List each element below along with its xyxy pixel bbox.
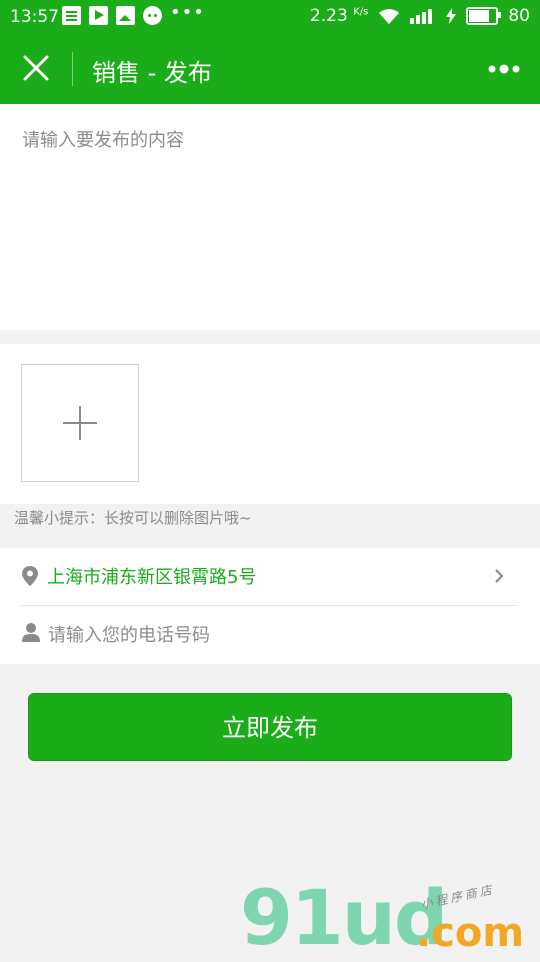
video-notification-icon [89, 6, 108, 25]
network-speed-value: 2.23 [309, 6, 348, 26]
status-bar: 13:57 ••• 2.23 K/s 80 [0, 0, 540, 34]
status-right: 2.23 K/s 80 [310, 6, 530, 26]
content-input[interactable] [20, 124, 524, 318]
nav-bar: 销售 - 发布 [0, 34, 540, 104]
document-notification-icon [62, 6, 81, 25]
location-pin-icon [22, 566, 38, 586]
plus-icon-vertical [79, 406, 81, 440]
close-icon [23, 55, 49, 81]
wechat-notification-icon [143, 6, 162, 25]
image-notification-icon [116, 6, 135, 25]
more-icon [488, 64, 520, 74]
user-icon [22, 623, 40, 642]
delete-image-tip: 温馨小提示：长按可以删除图片哦~ [14, 509, 252, 527]
image-upload-section [0, 344, 540, 504]
phone-input[interactable] [46, 618, 490, 652]
phone-row [0, 606, 540, 663]
close-button[interactable] [16, 51, 56, 87]
more-notifications-icon: ••• [170, 2, 205, 23]
notification-icons: ••• [62, 2, 205, 25]
signal-icon [410, 8, 436, 24]
nav-divider [72, 52, 73, 86]
battery-percent: 80 [508, 6, 530, 26]
watermark-logo: 91ud 小程序商店 .com [240, 880, 530, 957]
page-title: 销售 - 发布 [92, 59, 212, 87]
publish-button[interactable]: 立即发布 [28, 693, 512, 761]
battery-level [469, 10, 489, 22]
more-button[interactable] [484, 58, 524, 80]
location-text: 上海市浦东新区银霄路5号 [47, 567, 257, 588]
watermark-domain: .com [416, 910, 525, 956]
add-image-button[interactable] [21, 364, 139, 482]
contact-section: 上海市浦东新区银霄路5号 [0, 548, 540, 664]
status-time: 13:57 [10, 7, 59, 27]
chevron-right-icon [495, 569, 504, 583]
wifi-icon [378, 7, 400, 25]
top-bar: 13:57 ••• 2.23 K/s 80 销售 - 发布 [0, 0, 540, 104]
network-speed: 2.23 K/s [310, 6, 368, 26]
location-row[interactable]: 上海市浦东新区银霄路5号 [0, 548, 540, 605]
network-speed-unit: K/s [353, 6, 369, 18]
battery-icon [466, 7, 502, 25]
content-section [0, 104, 540, 330]
charging-icon [446, 8, 457, 24]
